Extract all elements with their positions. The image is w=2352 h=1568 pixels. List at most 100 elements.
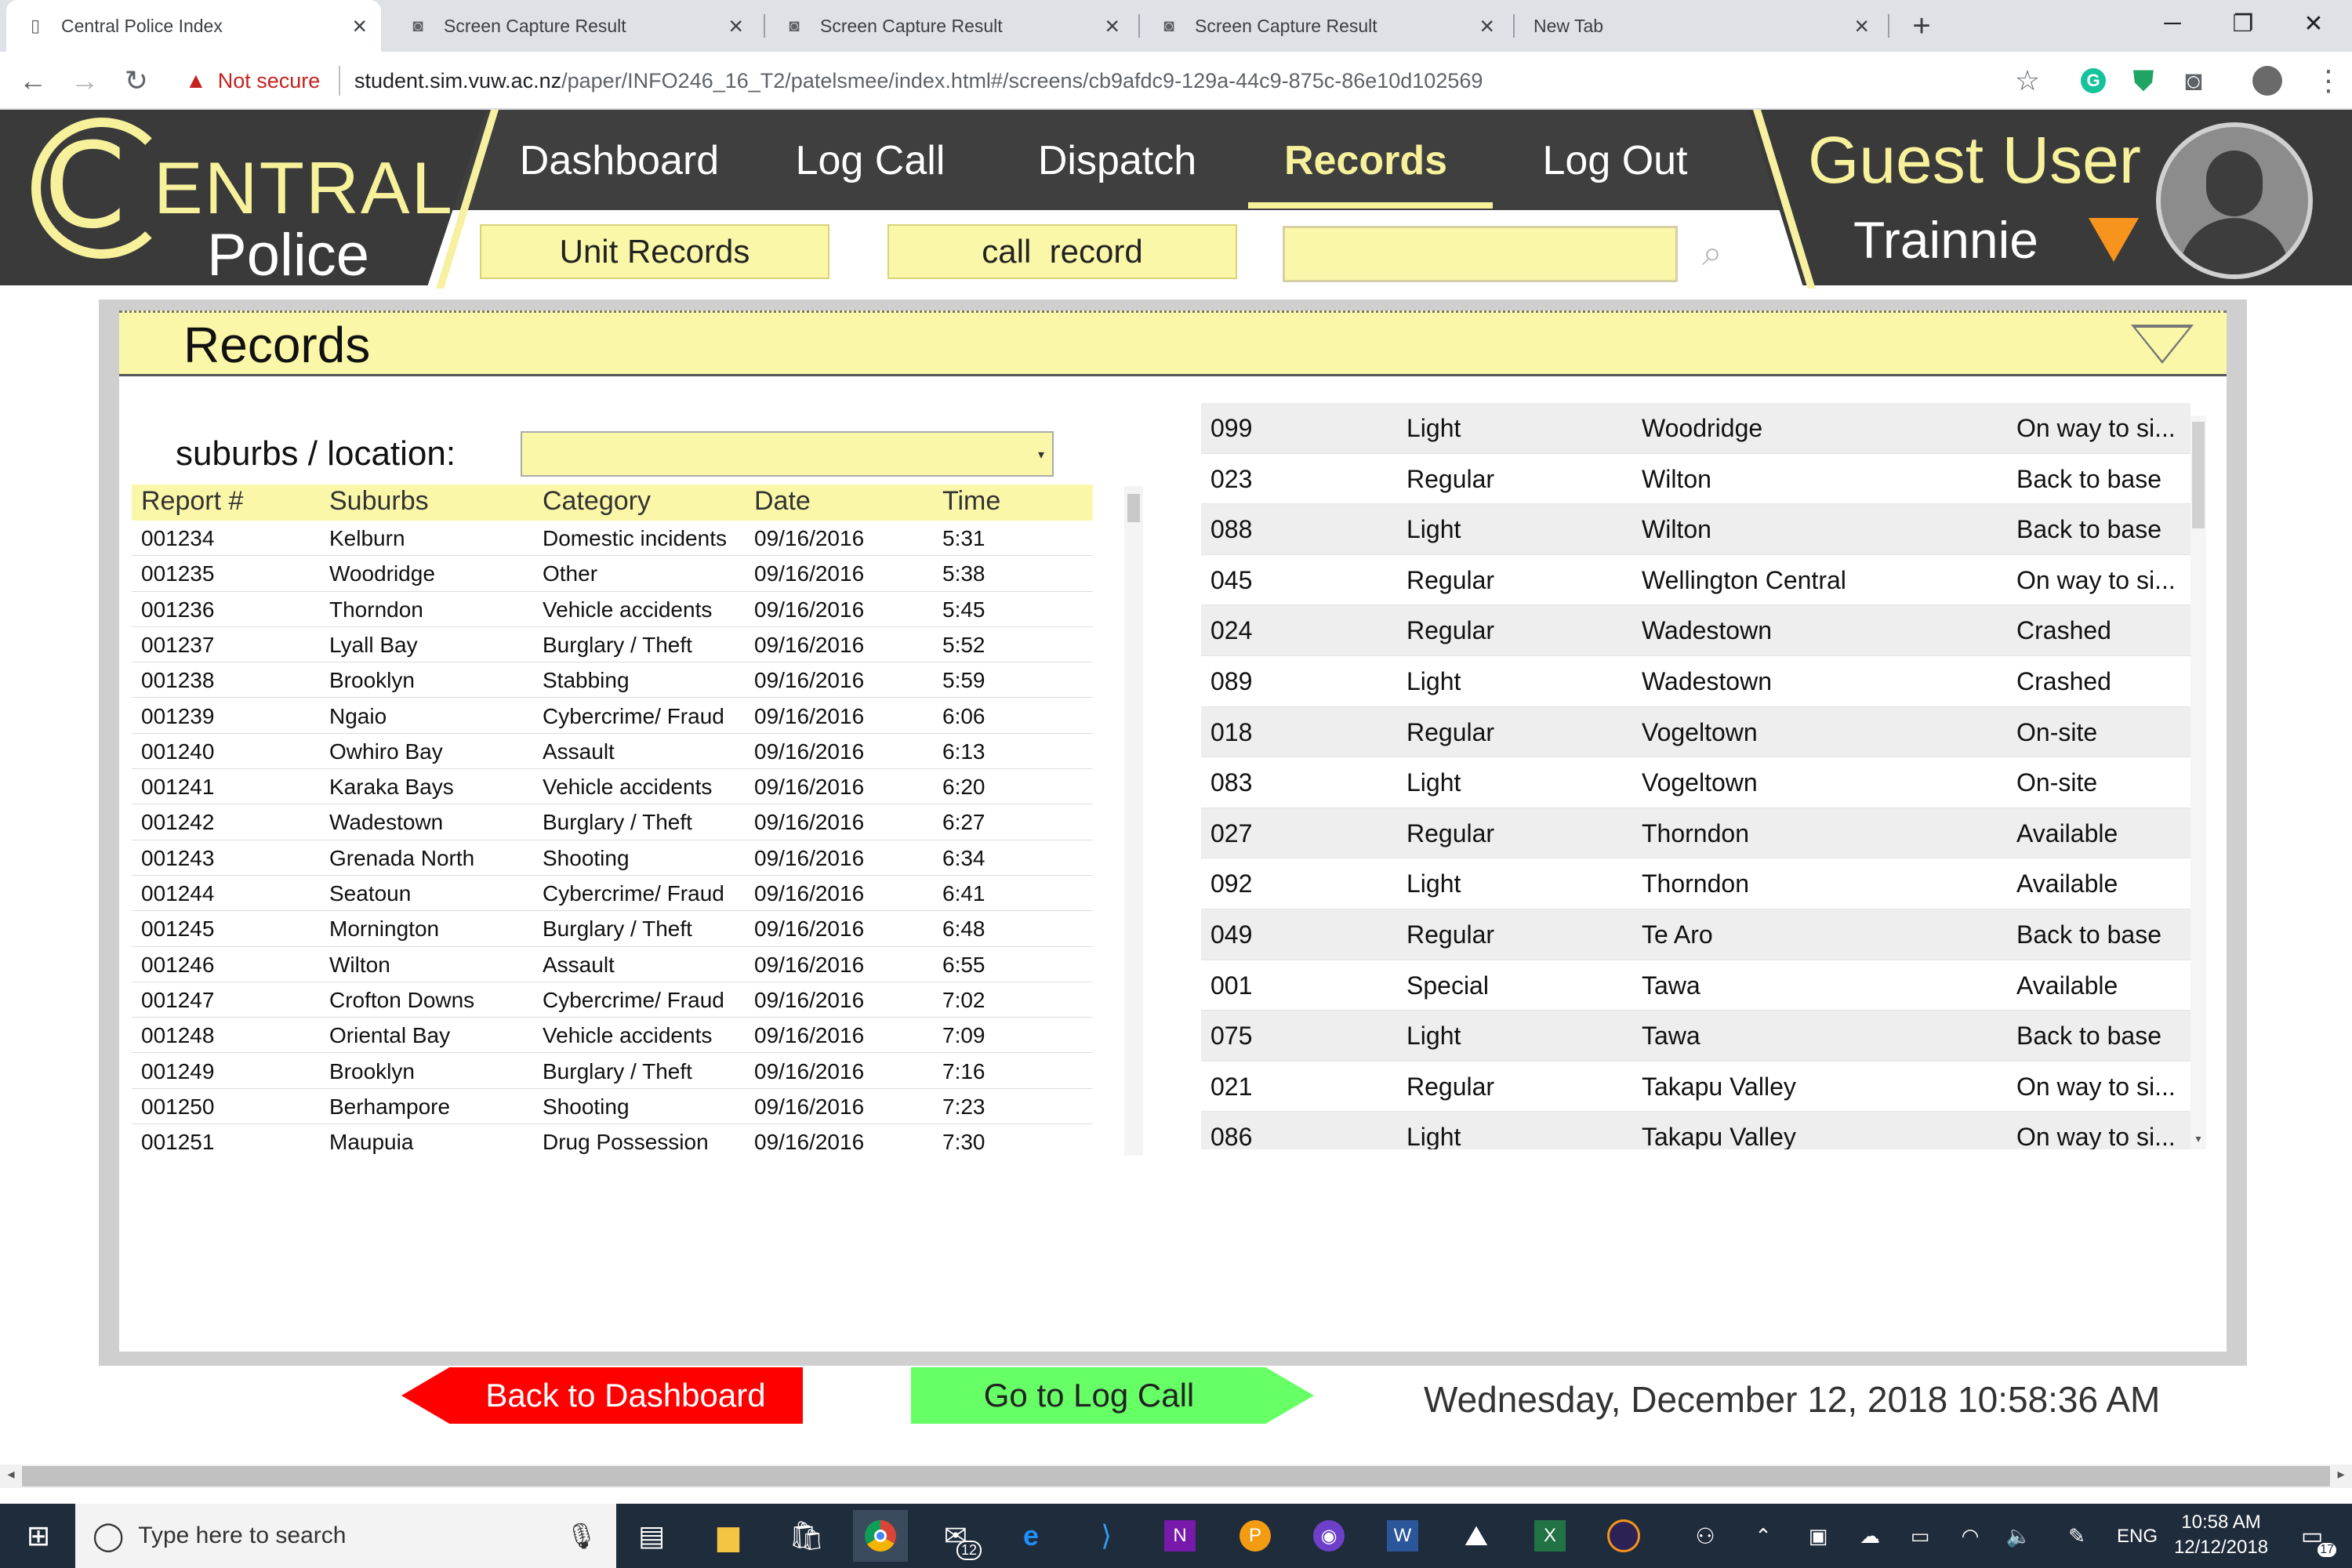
chrome-icon[interactable] bbox=[853, 1510, 908, 1562]
reports-scrollbar-thumb[interactable] bbox=[1127, 494, 1140, 522]
task-view-icon[interactable]: ▤ bbox=[624, 1510, 679, 1562]
photos-icon[interactable]: ⛰ bbox=[1449, 1510, 1504, 1562]
microphone-icon[interactable]: 🎙 bbox=[565, 1521, 597, 1551]
unit-row[interactable]: 088 Light Wilton Back to base bbox=[1201, 504, 2190, 555]
unit-row[interactable]: 089 Light Wadestown Crashed bbox=[1201, 656, 2190, 707]
bookmark-star-icon[interactable]: ☆ bbox=[2004, 52, 2051, 110]
url-field[interactable]: student.sim.vuw.ac.nz/paper/INFO246_16_T… bbox=[354, 52, 1891, 110]
new-tab-button[interactable]: + bbox=[1897, 5, 1946, 47]
clock-time[interactable]: 10:58 AM bbox=[2178, 1512, 2264, 1534]
unit-row[interactable]: 083 Light Vogeltown On-site bbox=[1201, 757, 2190, 808]
collapse-triangle-icon[interactable] bbox=[2131, 325, 2194, 364]
profile-avatar-icon[interactable] bbox=[2244, 52, 2291, 110]
search-icon[interactable]: ⌕ bbox=[1689, 227, 1736, 279]
page-horizontal-scrollbar-thumb[interactable] bbox=[22, 1466, 2330, 1486]
unit-row[interactable]: 086 Light Takapu Valley On way to si... bbox=[1201, 1112, 2190, 1149]
browser-tab-active[interactable]: ▯ Central Police Index × bbox=[6, 0, 381, 52]
close-tab-icon[interactable]: × bbox=[728, 13, 743, 39]
shield-extension-icon[interactable]: ⛊ bbox=[2120, 52, 2167, 110]
table-row[interactable]: 001239 Ngaio Cybercrime/ Fraud 09/16/2016 6:… bbox=[132, 698, 1093, 734]
close-tab-icon[interactable]: × bbox=[1854, 13, 1869, 39]
forward-arrow-icon[interactable]: → bbox=[61, 52, 108, 110]
minimize-icon[interactable]: ─ bbox=[2137, 0, 2208, 47]
table-row[interactable]: 001245 Mornington Burglary / Theft 09/16/20… bbox=[132, 911, 1093, 947]
taskbar-search-box[interactable]: ◯ Type here to search 🎙 bbox=[75, 1504, 616, 1568]
col-suburbs[interactable]: Suburbs bbox=[329, 486, 429, 517]
pcloud-icon[interactable]: P bbox=[1228, 1510, 1283, 1562]
unit-row[interactable]: 092 Light Thorndon Available bbox=[1201, 858, 2190, 909]
word-icon[interactable]: W bbox=[1375, 1510, 1430, 1562]
table-row[interactable]: 001243 Grenada North Shooting 09/16/2016 6:3… bbox=[132, 840, 1093, 876]
nav-dashboard[interactable]: Dashboard bbox=[502, 118, 737, 204]
col-time[interactable]: Time bbox=[942, 486, 1000, 517]
pen-icon[interactable]: ✎ bbox=[2049, 1510, 2104, 1562]
browser-tab[interactable]: New Tab × bbox=[1515, 0, 1883, 52]
table-row[interactable]: 001244 Seatoun Cybercrime/ Fraud 09/16/2016… bbox=[132, 876, 1093, 912]
clock-date[interactable]: 12/12/2018 bbox=[2170, 1537, 2272, 1559]
onenote-icon[interactable]: N bbox=[1152, 1510, 1207, 1562]
edge-icon[interactable]: e bbox=[1004, 1510, 1058, 1562]
grammarly-extension-icon[interactable]: G bbox=[2070, 52, 2117, 110]
table-row[interactable]: 001234 Kelburn Domestic incidents 09/16/201… bbox=[132, 521, 1093, 557]
camera-extension-icon[interactable]: ◙ bbox=[2170, 52, 2217, 110]
window-close-icon[interactable]: ✕ bbox=[2278, 0, 2349, 47]
unit-row[interactable]: 027 Regular Thorndon Available bbox=[1201, 808, 2190, 859]
suburb-select[interactable]: ▾ bbox=[521, 431, 1054, 477]
table-row[interactable]: 001251 Maupuia Drug Possession 09/16/2016 7:… bbox=[132, 1124, 1093, 1156]
file-explorer-icon[interactable]: ▆ bbox=[701, 1510, 756, 1562]
units-scrollbar-thumb[interactable] bbox=[2192, 422, 2205, 528]
scroll-left-icon[interactable]: ◂ bbox=[2, 1466, 20, 1486]
vscode-icon[interactable]: ⟩ bbox=[1079, 1510, 1134, 1562]
back-arrow-icon[interactable]: ← bbox=[9, 52, 56, 110]
table-row[interactable]: 001235 Woodridge Other 09/16/2016 5:38 bbox=[132, 556, 1093, 592]
records-search-input[interactable] bbox=[1283, 226, 1678, 282]
nav-log-out[interactable]: Log Out bbox=[1505, 118, 1725, 204]
scroll-right-icon[interactable]: ▸ bbox=[2332, 1466, 2350, 1486]
browser-tab[interactable]: ◙ Screen Capture Result × bbox=[1140, 0, 1508, 52]
unit-records-button[interactable]: Unit Records bbox=[480, 224, 829, 279]
unit-row[interactable]: 075 Light Tawa Back to base bbox=[1201, 1011, 2190, 1062]
table-row[interactable]: 001247 Crofton Downs Cybercrime/ Fraud 09/1… bbox=[132, 982, 1093, 1018]
col-category[interactable]: Category bbox=[543, 486, 651, 517]
language-indicator[interactable]: ENG bbox=[2117, 1526, 2158, 1548]
table-row[interactable]: 001242 Wadestown Burglary / Theft 09/16/201… bbox=[132, 804, 1093, 840]
go-to-log-call-button[interactable]: Go to Log Call bbox=[911, 1367, 1314, 1424]
unit-row[interactable]: 024 Regular Wadestown Crashed bbox=[1201, 605, 2190, 656]
user-avatar[interactable] bbox=[2156, 122, 2313, 279]
nav-records[interactable]: Records bbox=[1248, 118, 1483, 204]
table-row[interactable]: 001248 Oriental Bay Vehicle accidents 09/16… bbox=[132, 1018, 1093, 1054]
volume-icon[interactable]: 🔈 bbox=[1991, 1510, 2046, 1562]
browser-tab[interactable]: ◙ Screen Capture Result × bbox=[389, 0, 757, 52]
table-row[interactable]: 001240 Owhiro Bay Assault 09/16/2016 6:13 bbox=[132, 734, 1093, 770]
people-icon[interactable]: ⚇ bbox=[1678, 1510, 1733, 1562]
table-row[interactable]: 001246 Wilton Assault 09/16/2016 6:55 bbox=[132, 947, 1093, 982]
github-icon[interactable]: ◉ bbox=[1301, 1510, 1356, 1562]
notifications-icon[interactable]: ▭ 17 bbox=[2285, 1510, 2339, 1562]
units-scroll-down-icon[interactable]: ▾ bbox=[2190, 1132, 2206, 1148]
battery-icon[interactable]: ▭ bbox=[1893, 1510, 1947, 1562]
user-menu-dropdown-icon[interactable] bbox=[2089, 218, 2139, 262]
unit-row[interactable]: 021 Regular Takapu Valley On way to si... bbox=[1201, 1062, 2190, 1112]
reports-scrollbar[interactable] bbox=[1124, 486, 1143, 1156]
table-row[interactable]: 001249 Brooklyn Burglary / Theft 09/16/2016… bbox=[132, 1053, 1093, 1089]
unit-row[interactable]: 099 Light Woodridge On way to si... bbox=[1201, 403, 2190, 454]
table-row[interactable]: 001250 Berhampore Shooting 09/16/2016 7:23 bbox=[132, 1089, 1093, 1125]
windows-start-icon[interactable]: ⊞ bbox=[11, 1510, 66, 1562]
browser-menu-icon[interactable]: ⋮ bbox=[2305, 52, 2352, 110]
show-hidden-icons-icon[interactable]: ⌃ bbox=[1736, 1510, 1791, 1562]
table-row[interactable]: 001236 Thorndon Vehicle accidents 09/16/201… bbox=[132, 592, 1093, 627]
close-tab-icon[interactable]: × bbox=[352, 13, 367, 39]
back-to-dashboard-button[interactable]: Back to Dashboard bbox=[401, 1367, 803, 1424]
reload-icon[interactable]: ↻ bbox=[113, 52, 160, 110]
nav-log-call[interactable]: Log Call bbox=[760, 118, 980, 204]
tray-app-icon[interactable]: ▣ bbox=[1791, 1510, 1846, 1562]
onedrive-icon[interactable]: ☁ bbox=[1842, 1510, 1897, 1562]
restore-icon[interactable]: ❐ bbox=[2208, 0, 2278, 47]
unit-row[interactable]: 023 Regular Wilton Back to base bbox=[1201, 454, 2190, 505]
table-row[interactable]: 001241 Karaka Bays Vehicle accidents 09/16/… bbox=[132, 769, 1093, 805]
unit-row[interactable]: 049 Regular Te Aro Back to base bbox=[1201, 909, 2190, 960]
unit-row[interactable]: 001 Special Tawa Available bbox=[1201, 960, 2190, 1011]
mail-icon[interactable]: ✉ 12 bbox=[928, 1510, 983, 1562]
security-indicator[interactable]: ▲ Not secure bbox=[185, 52, 320, 110]
unit-row[interactable]: 045 Regular Wellington Central On way to si… bbox=[1201, 555, 2190, 606]
